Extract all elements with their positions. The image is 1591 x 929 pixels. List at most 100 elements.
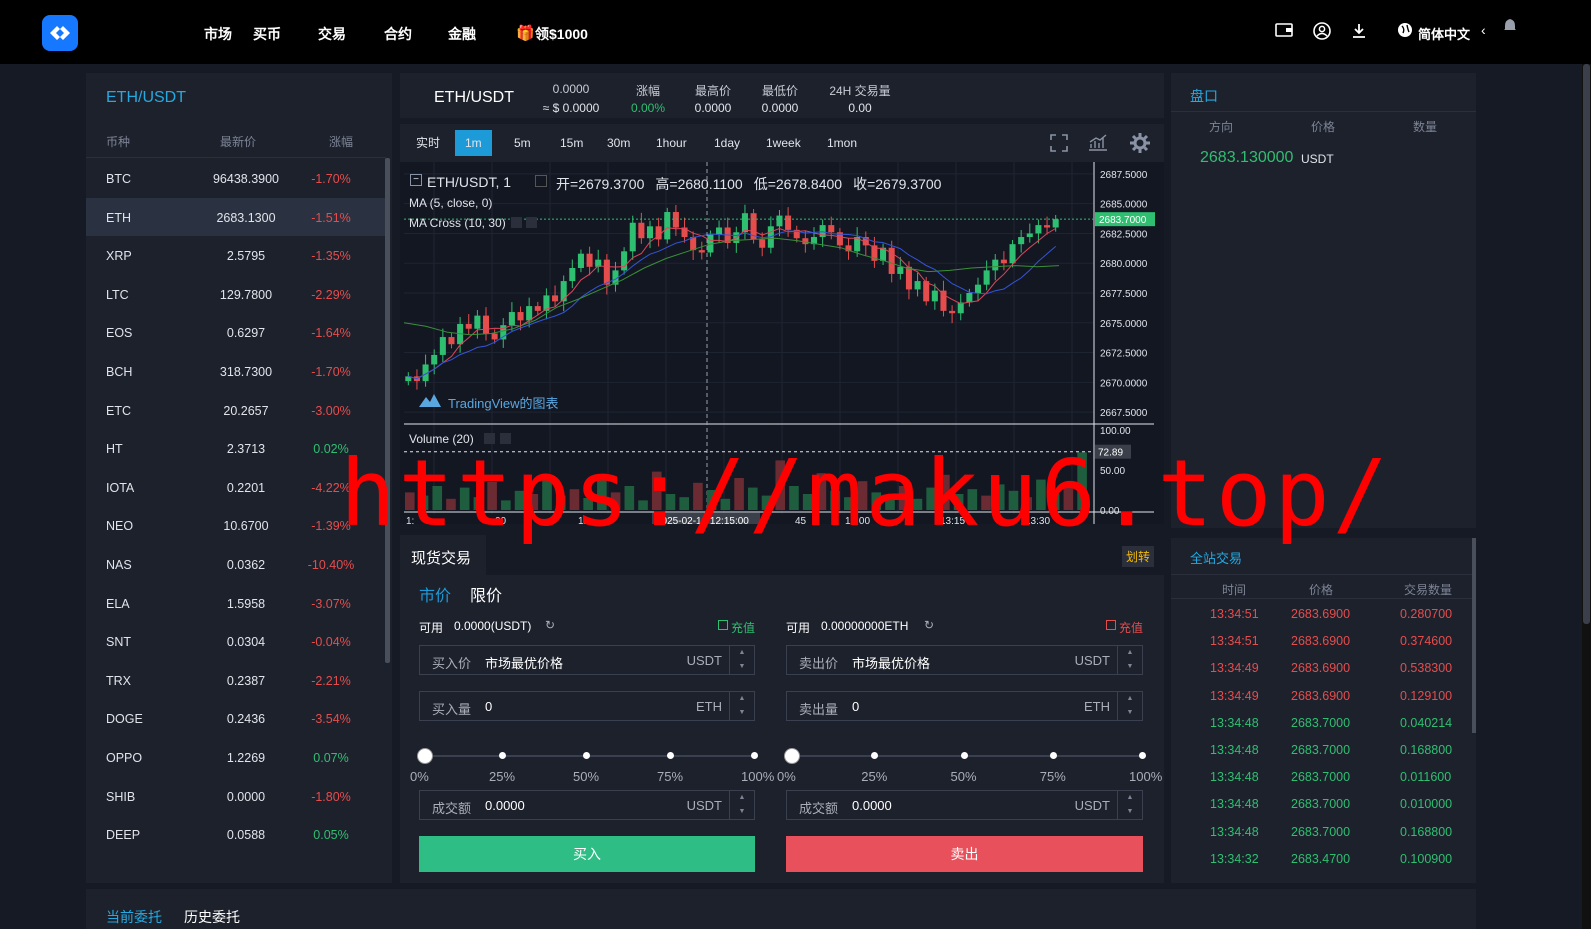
buy-amount-field[interactable]: 成交额 0.0000 USDT ▲ ▼: [419, 790, 755, 820]
candle-body: [966, 293, 973, 303]
language-selector[interactable]: 简体中文: [1418, 24, 1470, 43]
market-row[interactable]: LTC 129.7800 -2.29%: [86, 275, 386, 314]
fullscreen-icon[interactable]: [1050, 134, 1068, 155]
market-row[interactable]: SHIB 0.0000 -1.80%: [86, 777, 386, 816]
scrollbar[interactable]: [1472, 538, 1476, 733]
market-row[interactable]: XRP 2.5795 -1.35%: [86, 236, 386, 275]
timeframe-tab[interactable]: 1hour: [646, 130, 697, 156]
market-row-symbol: IOTA: [106, 480, 135, 495]
close-icon-small[interactable]: [526, 217, 537, 228]
bell-icon[interactable]: [1500, 18, 1520, 38]
nav-promo[interactable]: 领$1000: [535, 24, 588, 44]
market-row[interactable]: ELA 1.5958 -3.07%: [86, 584, 386, 623]
timeframe-tab[interactable]: 1week: [756, 130, 811, 156]
sell-amount-field[interactable]: 成交额 0.0000 USDT ▲ ▼: [786, 790, 1143, 820]
trade-row: 13:34:48 2683.7000 0.011600: [1171, 763, 1471, 790]
nav-contract[interactable]: 合约: [384, 24, 412, 44]
slider-handle[interactable]: [417, 748, 433, 764]
chevron-left-icon[interactable]: ‹: [1481, 22, 1486, 38]
slider-step-dot[interactable]: [1049, 752, 1057, 759]
refresh-icon[interactable]: ↻: [924, 618, 934, 632]
sell-qty-field[interactable]: 卖出量 0 ETH ▲ ▼: [786, 691, 1143, 721]
slider-step-dot[interactable]: [667, 752, 674, 759]
tradingview-label[interactable]: TradingView的图表: [448, 393, 559, 412]
market-row-symbol: NEO: [106, 519, 134, 534]
scrollbar[interactable]: [385, 158, 390, 663]
buy-price-field[interactable]: 买入价 市场最优价格 USDT ▲ ▼: [419, 645, 755, 675]
sell-button[interactable]: 卖出: [786, 836, 1143, 872]
market-row[interactable]: ETH 2683.1300 -1.51%: [86, 197, 386, 237]
collapse-legend-icon[interactable]: −: [410, 174, 422, 186]
tab-open-orders[interactable]: 当前委托: [106, 907, 162, 927]
sell-price-value: 市场最优价格: [852, 656, 931, 671]
market-row[interactable]: BTC 96438.3900 -1.70%: [86, 159, 386, 198]
deposit-icon[interactable]: [718, 620, 728, 630]
market-row[interactable]: NAS 0.0362 -10.40%: [86, 545, 386, 584]
slider-step-dot[interactable]: [960, 752, 968, 759]
stepper-icon[interactable]: ▲ ▼: [1117, 692, 1142, 720]
slider-handle[interactable]: [784, 748, 800, 764]
nav-finance[interactable]: 金融: [448, 24, 476, 44]
candle-body: [931, 290, 938, 302]
spot-trading-panel: 现货交易 划转 市价 限价 可用 0.0000(USDT) ↻ 充值 买入价 市…: [400, 535, 1164, 883]
timeframe-tab[interactable]: 1day: [704, 130, 750, 156]
nav-market[interactable]: 市场: [204, 24, 232, 44]
settings-gear-icon[interactable]: [1130, 133, 1150, 156]
market-row[interactable]: OPPO 1.2269 0.07%: [86, 738, 386, 777]
timeframe-tab[interactable]: 5m: [504, 130, 541, 156]
wallet-icon[interactable]: [1274, 22, 1294, 42]
market-row[interactable]: EOS 0.6297 -1.64%: [86, 313, 386, 352]
eye-icon[interactable]: [535, 175, 547, 187]
buy-recharge-link[interactable]: 充值: [731, 619, 755, 636]
tab-market-order[interactable]: 市价: [419, 582, 451, 606]
market-row[interactable]: ETC 20.2657 -3.00%: [86, 391, 386, 430]
timeframe-tab[interactable]: 15m: [550, 130, 593, 156]
user-icon[interactable]: [1312, 22, 1332, 42]
candle-body: [534, 306, 541, 311]
buy-percent-slider[interactable]: 0% 25% 50% 75% 100%: [410, 748, 774, 789]
slider-step-dot[interactable]: [871, 752, 879, 759]
market-row[interactable]: BCH 318.7300 -1.70%: [86, 352, 386, 391]
timeframe-tab[interactable]: 1mon: [817, 130, 867, 156]
trade-time: 13:34:48: [1210, 770, 1259, 785]
slider-step-dot[interactable]: [1139, 752, 1146, 759]
timeframe-tab[interactable]: 实时: [406, 130, 450, 156]
stepper-icon[interactable]: ▲ ▼: [729, 646, 754, 674]
indicators-icon[interactable]: [1088, 134, 1108, 155]
timeframe-tab[interactable]: 1m: [455, 130, 492, 156]
stepper-icon[interactable]: ▲ ▼: [1117, 646, 1142, 674]
refresh-icon[interactable]: ↻: [545, 618, 555, 632]
nav-buy-coin[interactable]: 买币: [253, 24, 281, 44]
buy-qty-field[interactable]: 买入量 0 ETH ▲ ▼: [419, 691, 755, 721]
settings-gear-icon-small[interactable]: [511, 217, 522, 228]
tab-order-history[interactable]: 历史委托: [184, 907, 240, 927]
sell-price-field[interactable]: 卖出价 市场最优价格 USDT ▲ ▼: [786, 645, 1143, 675]
price-tick-label: 2687.5000: [1100, 170, 1148, 181]
volume-tick-label: 100.00: [1100, 426, 1131, 437]
stepper-icon[interactable]: ▲ ▼: [729, 791, 754, 819]
sell-recharge-link[interactable]: 充值: [1119, 619, 1143, 636]
brand-logo[interactable]: [42, 15, 78, 51]
slider-step-dot[interactable]: [751, 752, 758, 759]
stepper-icon[interactable]: ▲ ▼: [729, 692, 754, 720]
buy-button[interactable]: 买入: [419, 836, 755, 872]
slider-step-dot[interactable]: [583, 752, 590, 759]
market-row-symbol: ETH: [106, 210, 131, 225]
timeframe-tab[interactable]: 30m: [597, 130, 640, 156]
slider-percent-label: 75%: [657, 769, 684, 784]
stepper-icon[interactable]: ▲ ▼: [1117, 791, 1142, 819]
market-row[interactable]: DOGE 0.2436 -3.54%: [86, 699, 386, 738]
market-row[interactable]: SNT 0.0304 -0.04%: [86, 622, 386, 661]
sell-percent-slider[interactable]: 0% 25% 50% 75% 100%: [777, 748, 1162, 789]
market-row[interactable]: TRX 0.2387 -2.21%: [86, 661, 386, 700]
slider-step-dot[interactable]: [499, 752, 506, 759]
book-last-unit: USDT: [1301, 152, 1334, 166]
page-scrollbar[interactable]: [1582, 64, 1591, 929]
nav-trade[interactable]: 交易: [318, 24, 346, 44]
tab-limit-order[interactable]: 限价: [470, 582, 502, 606]
transfer-button[interactable]: 划转: [1122, 546, 1155, 567]
deposit-icon[interactable]: [1106, 620, 1116, 630]
download-icon[interactable]: [1349, 22, 1369, 42]
market-row[interactable]: DEEP 0.0588 0.05%: [86, 815, 386, 854]
market-row-change: 0.07%: [313, 751, 349, 765]
